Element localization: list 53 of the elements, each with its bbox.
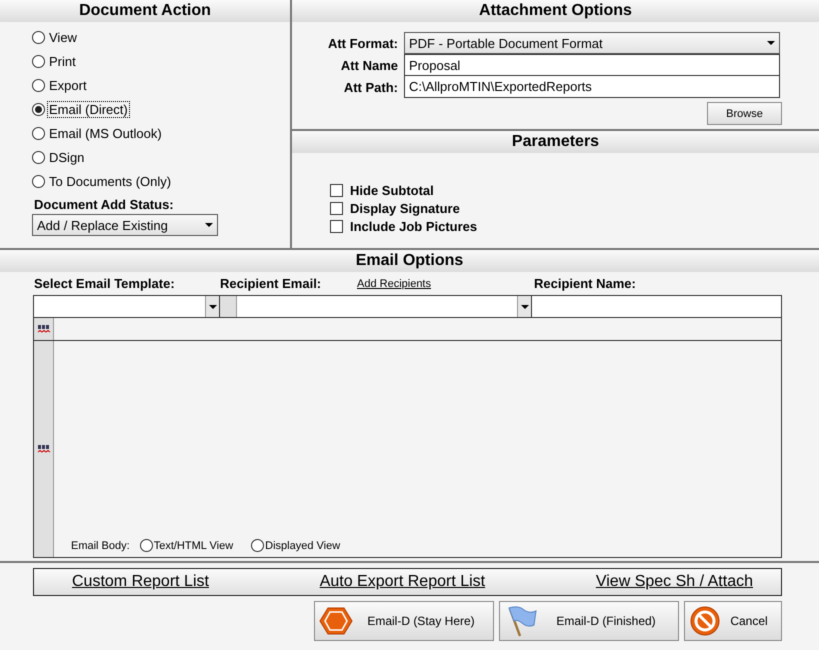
field-label: Email Body: — [71, 540, 130, 552]
section-header: Attachment Options — [292, 0, 819, 22]
caret-icon — [767, 41, 775, 45]
radio-label[interactable]: Email (Direct) — [47, 100, 130, 118]
view-radio[interactable]: Displayed View — [251, 539, 340, 552]
checkbox[interactable] — [330, 184, 343, 197]
radio-button[interactable] — [32, 30, 45, 44]
action-button[interactable]: Email-D (Stay Here) — [314, 601, 494, 641]
radio-button[interactable] — [32, 78, 45, 92]
field-label: Att Name — [340, 58, 399, 72]
field-label: Recipient Email: — [220, 276, 322, 291]
status-dropdown[interactable]: Add / Replace Existing — [32, 214, 218, 236]
radio-button[interactable] — [32, 126, 45, 140]
radio-button[interactable] — [32, 150, 45, 164]
report-link[interactable]: View Spec Sh / Attach — [596, 573, 753, 591]
add-recipients-link[interactable]: Add Recipients — [357, 278, 534, 290]
field-label: Att Path: — [342, 80, 399, 94]
checkbox-label: Hide Subtotal — [350, 183, 434, 198]
field-label: Document Add Status: — [34, 197, 175, 212]
caret-icon — [205, 223, 213, 227]
view-radio[interactable]: Text/HTML View — [140, 539, 234, 552]
checkbox-label: Include Job Pictures — [350, 219, 478, 234]
spellcheck-icon[interactable] — [36, 324, 50, 334]
radio-label[interactable]: View — [47, 28, 79, 46]
input-field[interactable]: C:\AllproMTIN\ExportedReports — [404, 76, 780, 98]
radio-label[interactable]: Export — [47, 76, 89, 94]
radio-label[interactable]: Email (MS Outlook) — [47, 124, 164, 142]
checkbox[interactable] — [330, 202, 343, 215]
spellcheck-icon[interactable] — [36, 444, 50, 454]
radio-button[interactable] — [32, 102, 45, 116]
radio-label[interactable]: Print — [47, 52, 78, 70]
recipient-name-field[interactable] — [532, 296, 781, 317]
radio-button[interactable] — [32, 54, 45, 68]
report-link[interactable]: Custom Report List — [72, 573, 209, 591]
section-header: Document Action — [0, 0, 290, 22]
no-entry-icon — [689, 605, 721, 637]
report-link[interactable]: Auto Export Report List — [320, 573, 486, 591]
radio-label[interactable]: To Documents (Only) — [47, 172, 174, 190]
field-label: Select Email Template: — [34, 276, 176, 291]
input-field[interactable]: Proposal — [404, 54, 780, 76]
checkbox[interactable] — [330, 220, 343, 233]
field-label: Recipient Name: — [534, 276, 636, 291]
browse-button[interactable]: Browse — [707, 102, 782, 125]
hexagon-icon — [319, 606, 353, 636]
radio-label[interactable]: DSign — [47, 148, 86, 166]
checkbox-label: Display Signature — [350, 201, 460, 216]
action-button[interactable]: Cancel — [684, 601, 782, 641]
action-button[interactable]: Email-D (Finished) — [499, 601, 679, 641]
section-header: Parameters — [292, 131, 819, 153]
section-header: Email Options — [0, 250, 819, 272]
field-label: Att Format: — [326, 36, 399, 50]
format-dropdown[interactable]: PDF - Portable Document Format — [404, 32, 780, 54]
radio-button[interactable] — [32, 174, 45, 188]
